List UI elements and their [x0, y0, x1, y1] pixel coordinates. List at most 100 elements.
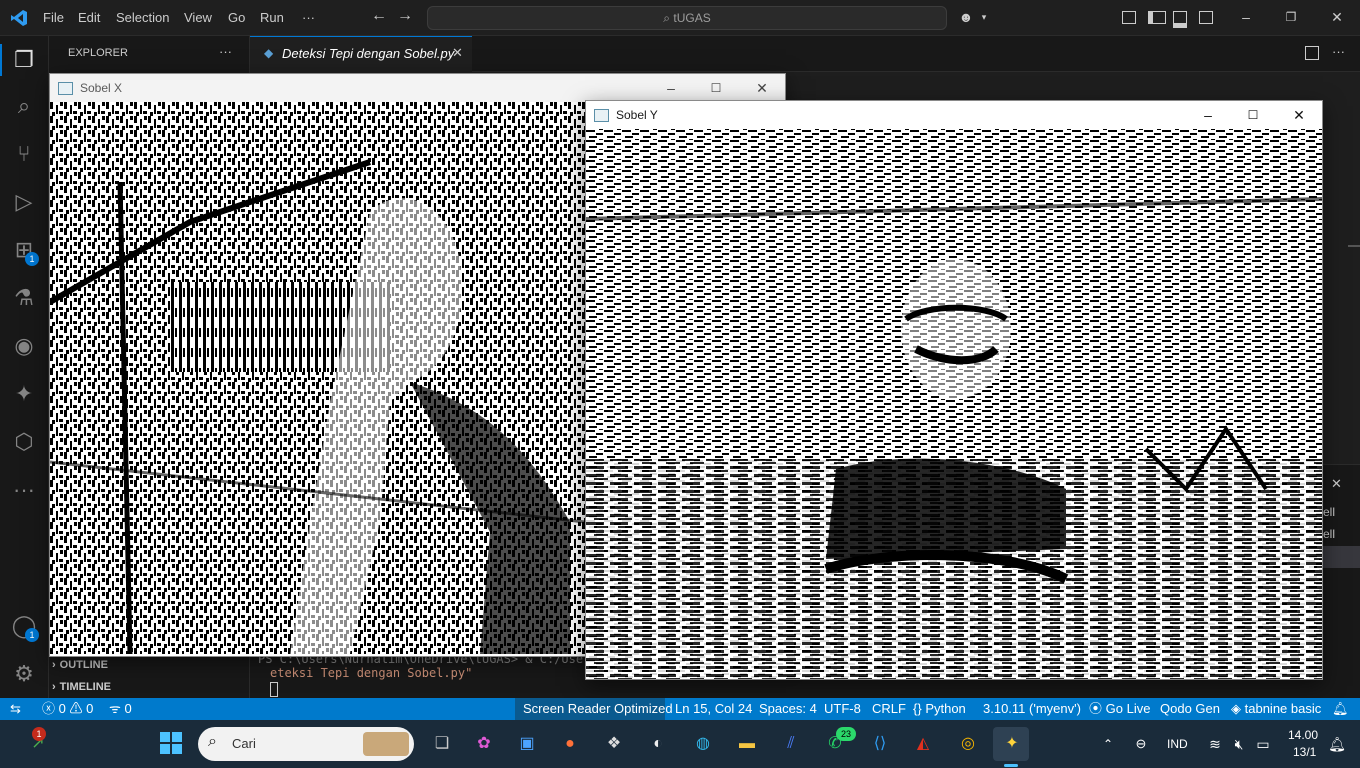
- panel-close-icon[interactable]: ✕: [1331, 476, 1342, 492]
- firefox-icon[interactable]: ●: [555, 729, 585, 759]
- indentation[interactable]: Spaces: 4: [759, 698, 817, 720]
- menu-selection[interactable]: Selection: [116, 0, 169, 35]
- sobel-y-maximize-icon[interactable]: ☐: [1230, 101, 1276, 129]
- command-center-search[interactable]: ⌕ tUGAS: [427, 6, 947, 30]
- python-icon[interactable]: ✦: [0, 370, 48, 418]
- app-slash-icon[interactable]: ⫽: [776, 729, 806, 759]
- clock-date[interactable]: 13/1: [1293, 745, 1316, 759]
- file-explorer-icon[interactable]: ▬: [732, 729, 762, 759]
- python-file-icon: ◆: [264, 46, 274, 60]
- sobel-x-titlebar[interactable]: Sobel X – ☐ ✕: [50, 74, 785, 102]
- dropbox-icon[interactable]: ❖: [599, 729, 629, 759]
- broadcast-icon: ᯤ: [109, 701, 121, 716]
- menu-view[interactable]: View: [184, 0, 212, 35]
- source-control-icon[interactable]: ⑂: [0, 130, 48, 178]
- tab-deteksi-tepi[interactable]: ◆ Deteksi Tepi dengan Sobel.py ✕: [250, 36, 472, 72]
- task-view-icon[interactable]: ❏: [427, 729, 457, 759]
- explorer-icon[interactable]: ❐: [0, 36, 48, 84]
- menu-file[interactable]: File: [43, 0, 64, 35]
- copilot-app-icon[interactable]: ✿: [469, 729, 499, 759]
- sobel-x-title: Sobel X: [80, 81, 123, 95]
- screen-reader-status[interactable]: Screen Reader Optimized: [523, 698, 673, 720]
- input-language[interactable]: IND: [1167, 737, 1188, 751]
- battery-icon[interactable]: ▭: [1248, 729, 1278, 759]
- accounts-icon[interactable]: ◯: [0, 602, 48, 650]
- sobel-y-window[interactable]: Sobel Y – ☐ ✕: [585, 100, 1323, 680]
- run-debug-icon[interactable]: ▷: [0, 178, 48, 226]
- sobel-y-title: Sobel Y: [616, 108, 658, 122]
- tab-close-icon[interactable]: ✕: [452, 45, 463, 61]
- toggle-sidebar-icon[interactable]: [1148, 11, 1166, 24]
- sobel-x-maximize-icon[interactable]: ☐: [693, 74, 739, 102]
- tabnine-status[interactable]: ◈ tabnine basic: [1231, 698, 1321, 720]
- scrollbar-marker: [1348, 245, 1360, 247]
- tray-chevron-up-icon[interactable]: ⌃: [1093, 729, 1123, 759]
- store-icon[interactable]: ▣: [512, 729, 542, 759]
- taskbar-search[interactable]: ⌕ Cari: [198, 727, 414, 761]
- outline-section[interactable]: › OUTLINE: [52, 654, 108, 676]
- search-label: tUGAS: [673, 11, 711, 25]
- chevron-down-icon[interactable]: ▾: [976, 9, 992, 25]
- minimize-icon[interactable]: –: [1238, 9, 1254, 25]
- app-icon[interactable]: ◐: [643, 729, 673, 759]
- sobel-x-minimize-icon[interactable]: –: [648, 74, 694, 102]
- terminal-list-item-selected[interactable]: [1322, 546, 1360, 568]
- remote-indicator-icon[interactable]: ⇆: [10, 698, 21, 720]
- chevron-right-icon: ›: [52, 659, 56, 671]
- terminal-list-item-2[interactable]: ell: [1323, 527, 1335, 541]
- settings-gear-icon[interactable]: ⚙: [0, 650, 48, 698]
- window-app-icon: [58, 82, 73, 95]
- clock-time[interactable]: 14.00: [1288, 728, 1318, 742]
- python-interpreter[interactable]: 3.10.11 ('myenv'): [983, 698, 1081, 720]
- toggle-secondary-sidebar-icon[interactable]: [1199, 11, 1213, 24]
- sobel-y-minimize-icon[interactable]: –: [1185, 101, 1231, 129]
- go-live-button[interactable]: ⦿ Go Live: [1089, 698, 1150, 720]
- ports-indicator[interactable]: ᯤ 0: [109, 698, 132, 720]
- menu-edit[interactable]: Edit: [78, 0, 100, 35]
- editor-more-icon[interactable]: ···: [1332, 44, 1345, 59]
- cursor-position[interactable]: Ln 15, Col 24: [675, 698, 752, 720]
- menu-more[interactable]: ···: [302, 0, 315, 35]
- back-arrow-icon[interactable]: ←: [371, 8, 387, 24]
- chevron-right-icon: ›: [52, 681, 56, 693]
- toggle-panel-icon[interactable]: [1173, 11, 1187, 28]
- forward-arrow-icon[interactable]: →: [397, 8, 413, 24]
- problems-indicator[interactable]: ⓧ 0 ⚠ 0: [42, 698, 93, 720]
- terminal-list-item-1[interactable]: ell: [1323, 505, 1335, 519]
- timeline-section[interactable]: › TIMELINE: [52, 676, 111, 698]
- language-mode[interactable]: {} Python: [913, 698, 966, 720]
- sobel-y-close-icon[interactable]: ✕: [1276, 101, 1322, 129]
- sobel-y-titlebar[interactable]: Sobel Y – ☐ ✕: [586, 101, 1322, 129]
- vscode-logo-icon: [10, 9, 28, 27]
- notifications-bell-icon[interactable]: 🔔︎: [1332, 698, 1349, 720]
- notification-center-icon[interactable]: 🔔︎: [1322, 729, 1352, 759]
- extensions-icon[interactable]: ⊞: [0, 226, 48, 274]
- encoding[interactable]: UTF-8: [824, 698, 861, 720]
- more-views-icon[interactable]: ···: [0, 466, 48, 514]
- menu-run[interactable]: Run: [260, 0, 284, 35]
- customize-layout-icon[interactable]: [1122, 11, 1136, 24]
- edge-tools-icon[interactable]: ◉: [0, 322, 48, 370]
- copilot-icon[interactable]: ☻: [958, 9, 974, 25]
- sobel-x-close-icon[interactable]: ✕: [739, 74, 785, 102]
- error-icon: ⓧ: [42, 701, 56, 716]
- testing-icon[interactable]: ⚗: [0, 274, 48, 322]
- end-of-line[interactable]: CRLF: [872, 698, 906, 720]
- window-app-icon: [594, 109, 609, 122]
- chrome-icon[interactable]: ◎: [953, 729, 983, 759]
- split-editor-icon[interactable]: [1305, 46, 1319, 60]
- qodo-gen[interactable]: Qodo Gen: [1160, 698, 1220, 720]
- sidebar-more-button[interactable]: ···: [219, 44, 232, 59]
- menu-go[interactable]: Go: [228, 0, 245, 35]
- widget-badge: 1: [32, 727, 46, 741]
- close-icon[interactable]: ✕: [1329, 9, 1345, 25]
- network-status-icon[interactable]: ⊖: [1126, 729, 1156, 759]
- restore-icon[interactable]: ❐: [1283, 9, 1299, 25]
- broadcast-icon: ⦿: [1089, 701, 1103, 716]
- vscode-taskbar-icon[interactable]: ⟨⟩: [865, 729, 895, 759]
- windows-start-icon[interactable]: [160, 732, 182, 754]
- edge-icon[interactable]: ◍: [688, 729, 718, 759]
- acrobat-icon[interactable]: ◭: [908, 729, 938, 759]
- remote-explorer-icon[interactable]: ⬡: [0, 418, 48, 466]
- search-icon[interactable]: ⌕: [0, 82, 48, 130]
